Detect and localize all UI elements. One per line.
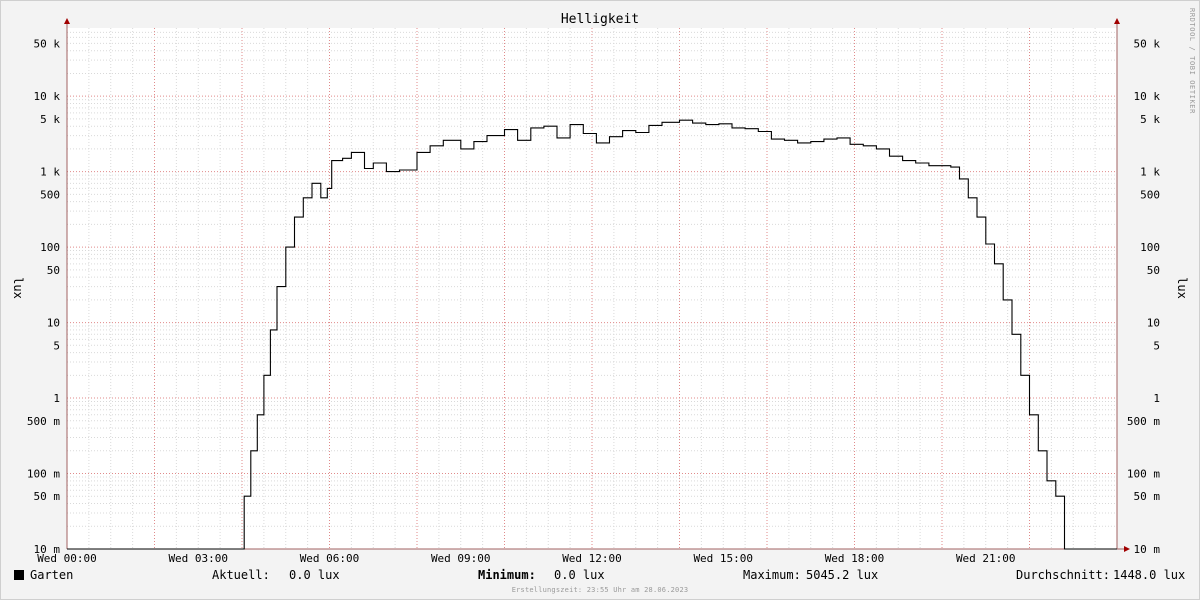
y-tick-label-right: 1 k — [1140, 166, 1160, 179]
y-tick-label-right: 5 — [1153, 339, 1160, 352]
y-tick-label-right: 10 k — [1134, 90, 1161, 103]
y-tick-label-left: 10 — [47, 317, 60, 330]
y-tick-label-right: 50 — [1147, 264, 1160, 277]
y-tick-label-right: 500 — [1140, 188, 1160, 201]
legend-max-label: Maximum: — [743, 568, 801, 582]
side-credit: RRDTOOL / TOBI OETIKER — [1188, 8, 1196, 114]
y-tick-label-right: 10 m — [1134, 543, 1161, 556]
y-tick-label-right: 10 — [1147, 317, 1160, 330]
y-tick-label-left: 1 — [53, 392, 60, 405]
y-tick-label-right: 1 — [1153, 392, 1160, 405]
legend-min-label: Minimum: — [478, 568, 536, 582]
y-tick-label-right: 100 — [1140, 241, 1160, 254]
legend-min-value: 0.0 lux — [554, 568, 605, 582]
y-tick-label-left: 5 k — [40, 113, 60, 126]
y-tick-label-right: 50 m — [1134, 490, 1161, 503]
x-tick-label: Wed 18:00 — [825, 552, 885, 565]
y-axis-left-arrow — [64, 18, 70, 24]
y-tick-label-right: 100 m — [1127, 468, 1160, 481]
x-tick-label: Wed 12:00 — [562, 552, 622, 565]
y-tick-label-right: 500 m — [1127, 415, 1160, 428]
x-tick-label: Wed 15:00 — [693, 552, 753, 565]
y-axis-right-arrow — [1114, 18, 1120, 24]
y-tick-label-left: 50 — [47, 264, 60, 277]
y-tick-label-left: 500 m — [27, 415, 60, 428]
chart-title: Helligkeit — [561, 12, 639, 27]
y-tick-label-left: 5 — [53, 339, 60, 352]
y-tick-label-left: 500 — [40, 188, 60, 201]
y-axis-label-right: lux — [1175, 277, 1189, 299]
x-tick-label: Wed 09:00 — [431, 552, 491, 565]
x-tick-label: Wed 03:00 — [168, 552, 228, 565]
y-tick-label-left: 10 k — [34, 90, 61, 103]
x-tick-label: Wed 06:00 — [300, 552, 360, 565]
y-tick-label-left: 50 k — [34, 37, 61, 50]
legend-series-label: Garten — [30, 568, 74, 582]
x-tick-label: Wed 21:00 — [956, 552, 1016, 565]
footer-timestamp: Erstellungszeit: 23:55 Uhr am 28.06.2023 — [511, 586, 689, 594]
legend-current-value: 0.0 lux — [289, 568, 340, 582]
y-tick-label-left: 100 — [40, 241, 60, 254]
x-tick-label: Wed 00:00 — [37, 552, 97, 565]
chart-svg: 10 m 10 m50 m 50 m100 m 100 m500 m 500 m1 15 5… — [11, 12, 1189, 565]
legend-swatch — [14, 570, 24, 580]
y-tick-label-right: 50 k — [1134, 37, 1161, 50]
y-tick-label-left: 1 k — [40, 166, 60, 179]
legend-avg-value: 1448.0 lux — [1113, 568, 1186, 582]
legend-current-label: Aktuell: — [212, 568, 270, 582]
x-axis-arrow — [1124, 546, 1130, 552]
y-tick-label-right: 5 k — [1140, 113, 1160, 126]
legend-max-value: 5045.2 lux — [806, 568, 879, 582]
y-tick-label-left: 100 m — [27, 468, 60, 481]
grid-layer — [66, 28, 1118, 550]
y-axis-label-left: lux — [11, 277, 25, 299]
y-tick-label-left: 50 m — [34, 490, 61, 503]
legend-avg-label: Durchschnitt: — [1016, 568, 1110, 582]
